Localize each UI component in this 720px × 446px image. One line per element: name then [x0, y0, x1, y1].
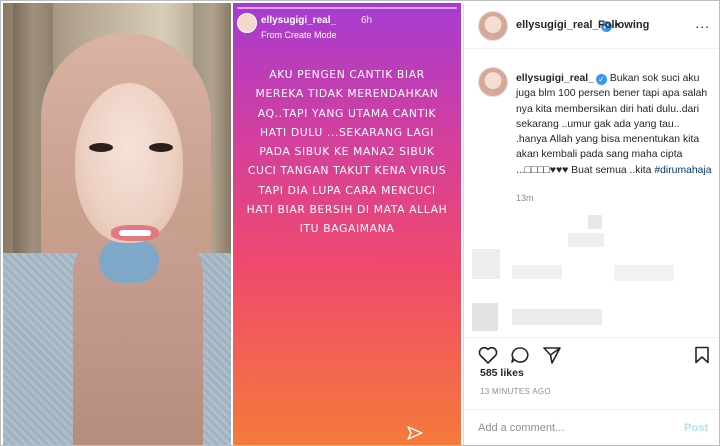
header-username-text[interactable]: ellysugigi_real_ [516, 19, 599, 31]
caption-username[interactable]: ellysugigi_real_ [516, 73, 594, 84]
bookmark-icon[interactable] [694, 346, 710, 364]
caption-text: Bukan sok suci aku juga blm 100 persen b… [516, 73, 708, 176]
hashtag-link[interactable]: #dirumahaja [654, 165, 711, 176]
caption-time: 13m [516, 193, 534, 203]
caption-avatar[interactable] [478, 67, 508, 97]
heart-icon[interactable] [478, 346, 498, 364]
comment-input[interactable]: Add a comment... [478, 422, 564, 434]
post-panel: ellysugigi_real_ ✓ • Following ... ellysu… [463, 3, 719, 445]
blurred-region [512, 265, 562, 279]
blurred-region [512, 309, 602, 325]
profile-photo [3, 3, 231, 445]
comment-icon[interactable] [510, 346, 530, 364]
blurred-region [614, 265, 674, 281]
caption-emoji: □□□□♥♥♥ [524, 164, 569, 176]
story-username[interactable]: ellysugigi_real_ [261, 15, 336, 26]
story-progress-bar [237, 7, 457, 9]
share-icon[interactable] [542, 346, 562, 364]
screenshot-frame: ellysugigi_real_ 6h From Create Mode AKU… [0, 0, 720, 446]
story-time: 6h [361, 15, 373, 26]
story-avatar[interactable] [237, 13, 257, 33]
blurred-region [568, 233, 604, 247]
instagram-story[interactable]: ellysugigi_real_ 6h From Create Mode AKU… [233, 3, 461, 445]
more-options-icon[interactable]: ... [695, 15, 710, 31]
post-caption: ellysugigi_real_ ✓ Bukan sok suci aku jug… [516, 71, 712, 178]
right-eye [149, 143, 173, 152]
following-button[interactable]: Following [598, 19, 649, 31]
post-comment-button[interactable]: Post [684, 422, 708, 434]
caption-text-2: Buat semua ..kita [568, 164, 655, 176]
post-timestamp: 13 MINUTES AGO [480, 387, 551, 396]
blurred-region [588, 215, 602, 229]
story-text: AKU PENGEN CANTIK BIAR MEREKA TIDAK MERE… [246, 68, 448, 236]
smile [111, 225, 159, 241]
verified-badge-icon: ✓ [595, 74, 607, 85]
face [75, 83, 183, 243]
likes-count[interactable]: 585 likes [480, 367, 524, 379]
post-header: ellysugigi_real_ ✓ • Following ... [464, 3, 719, 49]
send-message-icon[interactable] [407, 426, 423, 440]
header-avatar[interactable] [478, 11, 508, 41]
left-eye [89, 143, 113, 152]
inner-scarf [99, 239, 159, 283]
blurred-region [472, 249, 500, 279]
blurred-region [472, 303, 498, 331]
comment-box: Add a comment... Post [464, 409, 719, 445]
story-mode: From Create Mode [261, 30, 337, 40]
